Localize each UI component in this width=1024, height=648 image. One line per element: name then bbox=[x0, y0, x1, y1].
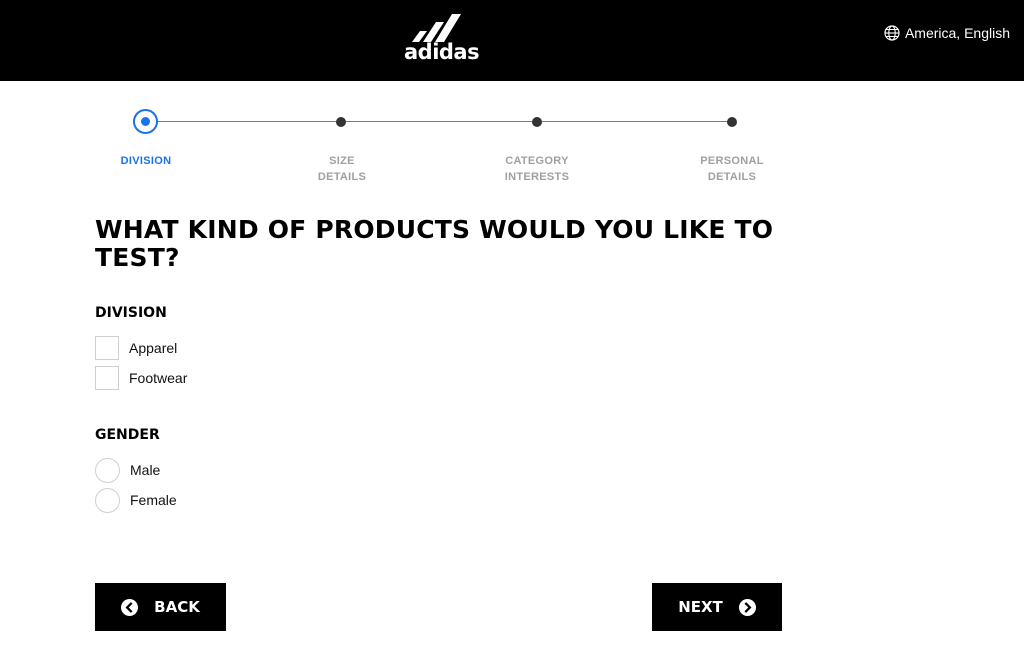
question-line-2: TEST? bbox=[95, 243, 180, 272]
step-4-label: PERSONAL DETAILS bbox=[672, 153, 792, 185]
back-button[interactable]: BACK bbox=[95, 583, 226, 631]
arrow-left-circle-icon bbox=[121, 598, 139, 616]
back-button-label: BACK bbox=[154, 598, 200, 616]
logo-wordmark: adidas bbox=[404, 40, 480, 64]
arrow-right-circle-icon bbox=[738, 598, 756, 616]
step-4-indicator bbox=[727, 117, 737, 127]
next-button[interactable]: NEXT bbox=[652, 583, 782, 631]
step-3-label-line1: CATEGORY bbox=[505, 155, 569, 167]
division-section-title: DIVISION bbox=[95, 305, 167, 321]
step-2-label: SIZE DETAILS bbox=[282, 153, 402, 185]
male-label: Male bbox=[130, 462, 161, 478]
globe-icon bbox=[884, 25, 900, 41]
footwear-checkbox[interactable] bbox=[95, 366, 119, 390]
male-radio[interactable] bbox=[95, 457, 120, 483]
female-label: Female bbox=[130, 492, 177, 508]
question-line-1: WHAT KIND OF PRODUCTS WOULD YOU LIKE TO bbox=[95, 215, 774, 244]
step-4-label-line1: PERSONAL bbox=[700, 155, 764, 167]
step-4-label-line2: DETAILS bbox=[707, 171, 757, 183]
locale-selector[interactable]: America, English bbox=[884, 23, 1010, 43]
stepper-line bbox=[146, 121, 733, 122]
top-header: adidas America, English bbox=[0, 0, 1024, 81]
step-2-indicator bbox=[336, 117, 346, 127]
step-3-label: CATEGORY INTERESTS bbox=[477, 153, 597, 185]
step-1-label-line1: DIVISION bbox=[120, 155, 172, 167]
page-question-heading: WHAT KIND OF PRODUCTS WOULD YOU LIKE TO … bbox=[95, 216, 795, 272]
three-stripes-logo-icon bbox=[412, 14, 461, 42]
division-option-footwear[interactable]: Footwear bbox=[95, 366, 187, 390]
step-1-label: DIVISION bbox=[86, 153, 206, 169]
step-2-label-line1: SIZE bbox=[329, 155, 355, 167]
female-radio[interactable] bbox=[95, 487, 120, 513]
apparel-checkbox[interactable] bbox=[95, 336, 119, 360]
step-1-indicator-active bbox=[133, 109, 158, 134]
step-2-label-line2: DETAILS bbox=[317, 171, 367, 183]
footwear-label: Footwear bbox=[129, 370, 188, 386]
locale-label: America, English bbox=[904, 25, 1010, 41]
gender-option-female[interactable]: Female bbox=[95, 487, 177, 513]
gender-option-male[interactable]: Male bbox=[95, 457, 161, 483]
gender-section-title: GENDER bbox=[95, 427, 160, 443]
next-button-label: NEXT bbox=[678, 598, 723, 616]
step-3-indicator bbox=[532, 117, 542, 127]
adidas-logo[interactable]: adidas bbox=[404, 12, 480, 64]
apparel-label: Apparel bbox=[129, 340, 178, 356]
step-3-label-line2: INTERESTS bbox=[504, 171, 570, 183]
division-option-apparel[interactable]: Apparel bbox=[95, 336, 177, 360]
